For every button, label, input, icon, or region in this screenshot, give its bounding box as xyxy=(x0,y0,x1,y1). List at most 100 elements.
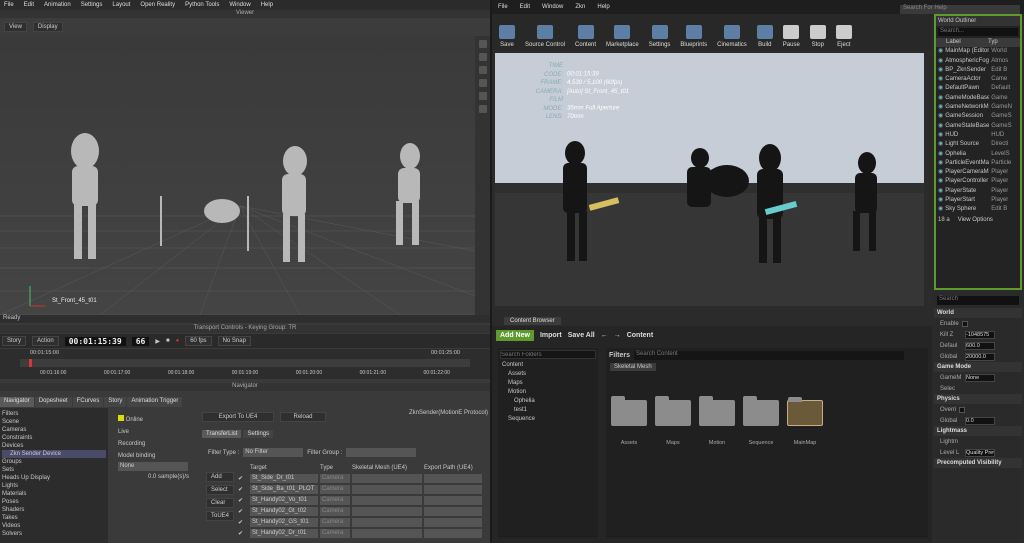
search-folders-input[interactable] xyxy=(500,350,596,359)
folder-item[interactable]: Ophelia xyxy=(498,397,598,406)
visibility-eye-icon[interactable]: ◉ xyxy=(938,205,943,214)
row-mesh[interactable] xyxy=(352,474,422,483)
menu-animation[interactable]: Animation xyxy=(44,2,71,8)
outliner-row[interactable]: ◉GameNetworkManagerGameN xyxy=(936,103,1020,112)
outliner-row[interactable]: ◉ GameStateBase GameS xyxy=(936,122,1020,131)
menu-edit[interactable]: Edit xyxy=(24,2,34,8)
visibility-eye-icon[interactable]: ◉ xyxy=(938,94,943,103)
table-row[interactable]: ✔ St_Side_Ba_t01_PLOT Camera xyxy=(238,484,488,495)
filter-type-select[interactable]: No Filter xyxy=(243,448,304,457)
outliner-row[interactable]: ◉ Ophelia LevelS xyxy=(936,150,1020,159)
table-row[interactable]: ✔ St_Handy02_Dr_t01 Camera xyxy=(238,528,488,539)
outliner-row[interactable]: ◉ Sky Sphere Edit B xyxy=(936,205,1020,214)
eject-button[interactable]: Eject xyxy=(833,14,855,48)
visibility-eye-icon[interactable]: ◉ xyxy=(938,103,943,112)
tool-icon[interactable] xyxy=(478,53,487,61)
outliner-row[interactable]: ◉ BP_ZknSender Edit B xyxy=(936,66,1020,75)
section-precomputed-visibility[interactable]: Precomputed Visibility xyxy=(934,458,1022,468)
enable-checkbox[interactable] xyxy=(961,320,968,327)
folder-item[interactable]: test1 xyxy=(498,406,598,415)
tool-icon[interactable] xyxy=(478,79,487,87)
row-mesh[interactable] xyxy=(352,518,422,527)
tree-item[interactable]: Scene xyxy=(2,418,106,426)
tool-icon[interactable] xyxy=(478,105,487,113)
visibility-eye-icon[interactable]: ◉ xyxy=(938,66,943,75)
outliner-row[interactable]: ◉ AtmosphericFog Atmos xyxy=(936,57,1020,66)
record-icon[interactable]: ● xyxy=(176,338,180,344)
tree-item[interactable]: Poses xyxy=(2,498,106,506)
outliner-row[interactable]: ◉ParticleEventManagerParticle xyxy=(936,159,1020,168)
section-lightmass[interactable]: Lightmass xyxy=(934,426,1022,436)
ue-menu-zkn[interactable]: Zkn xyxy=(575,4,585,10)
asset-folder[interactable]: Sequence xyxy=(742,396,780,446)
row-path[interactable] xyxy=(424,507,482,516)
lightmass-row[interactable]: Lightm xyxy=(934,436,1022,447)
build-button[interactable]: Build xyxy=(754,14,776,48)
menu-help[interactable]: Help xyxy=(261,2,273,8)
frame-field[interactable]: 66 xyxy=(131,336,150,346)
level-viewport[interactable]: TIME CODE: 00:01:15:39 FRAME: 4,539 / 5,10… xyxy=(495,53,924,306)
row-checkbox[interactable]: ✔ xyxy=(238,497,248,504)
outliner-row[interactable]: ◉ PlayerController Player xyxy=(936,177,1020,186)
tab-navigator[interactable]: Navigator xyxy=(0,397,34,407)
story-button[interactable]: Story xyxy=(2,336,27,346)
timeline[interactable]: 00:01:15:00 00:01:25:00 00:01:16:00 00:0… xyxy=(0,349,490,379)
save-button[interactable]: Save xyxy=(496,14,518,48)
row-mesh[interactable] xyxy=(352,507,422,516)
asset-folder[interactable]: Maps xyxy=(654,396,692,446)
folder-item[interactable]: Maps xyxy=(498,379,598,388)
col-type[interactable]: Typ xyxy=(988,38,998,47)
select-button[interactable]: Select xyxy=(206,485,235,495)
folder-item[interactable]: Assets xyxy=(498,370,598,379)
timeline-cursor[interactable] xyxy=(29,359,32,367)
folder-item[interactable]: Motion xyxy=(498,388,598,397)
visibility-eye-icon[interactable]: ◉ xyxy=(938,112,943,121)
outliner-row[interactable]: ◉ PlayerStart Player xyxy=(936,196,1020,205)
tool-icon[interactable] xyxy=(478,40,487,48)
outliner-row[interactable]: ◉ MainMap (Editor) World xyxy=(936,47,1020,56)
save-all-button[interactable]: Save All xyxy=(568,332,595,339)
tree-item[interactable]: Groups xyxy=(2,458,106,466)
tool-icon[interactable] xyxy=(478,66,487,74)
ue-menu-window[interactable]: Window xyxy=(542,4,563,10)
default-input[interactable] xyxy=(965,341,995,350)
ue-menu-help[interactable]: Help xyxy=(597,4,609,10)
tree-item[interactable]: Solvers xyxy=(2,530,106,538)
row-path[interactable] xyxy=(424,485,482,494)
table-row[interactable]: ✔ St_Handy02_GS_t01 Camera xyxy=(238,517,488,528)
tree-item[interactable]: Devices xyxy=(2,442,106,450)
tree-item[interactable]: Takes xyxy=(2,514,106,522)
asset-folder[interactable]: Assets xyxy=(610,396,648,446)
col-label[interactable]: Label xyxy=(938,38,986,47)
row-checkbox[interactable]: ✔ xyxy=(238,508,248,515)
tab-story[interactable]: Story xyxy=(104,397,127,407)
row-checkbox[interactable]: ✔ xyxy=(238,530,248,537)
row-checkbox[interactable]: ✔ xyxy=(238,475,248,482)
content-button[interactable]: Content xyxy=(572,14,599,48)
filter-chip[interactable]: Skeletal Mesh xyxy=(610,363,656,371)
settings-button[interactable]: Settings xyxy=(646,14,674,48)
visibility-eye-icon[interactable]: ◉ xyxy=(938,177,943,186)
visibility-eye-icon[interactable]: ◉ xyxy=(938,187,943,196)
stop-button[interactable]: Stop xyxy=(807,14,829,48)
row-mesh[interactable] xyxy=(352,485,422,494)
row-path[interactable] xyxy=(424,529,482,538)
add-button[interactable]: Add xyxy=(206,472,235,482)
tab-settings[interactable]: Settings xyxy=(243,430,274,438)
folder-item[interactable]: Sequence xyxy=(498,415,598,424)
visibility-eye-icon[interactable]: ◉ xyxy=(938,140,943,149)
asset-folder[interactable]: Motion xyxy=(698,396,736,446)
snap-select[interactable]: No Snap xyxy=(217,336,251,346)
filter-group-select[interactable] xyxy=(346,448,417,457)
visibility-eye-icon[interactable]: ◉ xyxy=(938,196,943,205)
model-binding-select[interactable]: None xyxy=(118,462,188,471)
ue-menu-edit[interactable]: Edit xyxy=(520,4,530,10)
clear-button[interactable]: Clear xyxy=(206,498,235,508)
gamemode-select[interactable] xyxy=(965,373,995,382)
outliner-row[interactable]: ◉ PlayerState Player xyxy=(936,187,1020,196)
visibility-eye-icon[interactable]: ◉ xyxy=(938,168,943,177)
outliner-row[interactable]: ◉ Light Source Directi xyxy=(936,140,1020,149)
fps-select[interactable]: 60 fps xyxy=(185,336,212,346)
forward-arrow-icon[interactable]: → xyxy=(614,332,621,339)
section-game-mode[interactable]: Game Mode xyxy=(934,362,1022,372)
